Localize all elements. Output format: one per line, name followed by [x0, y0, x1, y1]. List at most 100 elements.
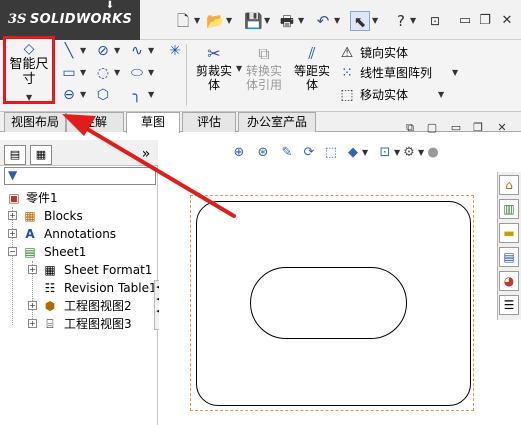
collapse-icon[interactable]: −: [8, 247, 17, 256]
tab-annotation[interactable]: 注解: [66, 112, 124, 132]
save-dropdown-arrow-icon[interactable]: ▼: [264, 11, 270, 31]
line-icon[interactable]: ╲: [60, 42, 78, 60]
sketch-slot[interactable]: [250, 267, 407, 339]
tree-item-drawing-view3[interactable]: + ⌸ 工程图视图3: [28, 315, 156, 333]
print-icon[interactable]: 🖶: [278, 11, 296, 31]
ellipse-icon[interactable]: ⬭: [128, 64, 146, 82]
point-icon[interactable]: ✳: [166, 42, 184, 60]
appearance-icon[interactable]: ⚙: [400, 144, 418, 162]
expand-icon[interactable]: +: [28, 301, 37, 310]
spline-dropdown-icon[interactable]: ▼: [148, 42, 156, 60]
offset-entities-button[interactable]: ⫽ 等距实体: [290, 44, 334, 92]
open-folder-icon[interactable]: 📂: [206, 11, 225, 31]
filter-field[interactable]: ▼: [4, 167, 156, 185]
rotate-icon[interactable]: ⟳: [300, 144, 318, 162]
tree-root[interactable]: ▣ 零件1: [6, 189, 156, 207]
arc-icon[interactable]: ◌: [94, 64, 112, 82]
smart-dimension-dropdown-icon[interactable]: ▼: [26, 93, 32, 102]
scene-icon[interactable]: ●: [424, 144, 442, 162]
select-dropdown-arrow-icon[interactable]: ▼: [372, 11, 378, 31]
tree-item-annotations[interactable]: + A Annotations: [8, 225, 158, 243]
close-icon[interactable]: ✕: [498, 11, 516, 31]
expand-icon[interactable]: +: [28, 265, 37, 274]
save-icon[interactable]: 💾: [244, 11, 263, 31]
rectangle-dropdown-icon[interactable]: ▼: [80, 64, 88, 82]
line-dropdown-icon[interactable]: ▼: [80, 42, 88, 60]
window-pin-icon[interactable]: ▢: [424, 120, 440, 136]
new-document-icon[interactable]: 🗋: [174, 11, 192, 31]
move-icon: ⬚: [340, 87, 354, 103]
view-orientation-icon[interactable]: ⬚: [322, 144, 340, 162]
window-minimize-icon[interactable]: ▭: [448, 120, 464, 136]
arc-dropdown-icon[interactable]: ▼: [114, 64, 122, 82]
zoom-to-fit-icon[interactable]: ⊕: [230, 144, 248, 162]
part-icon: ▣: [8, 191, 20, 205]
new-dropdown-arrow-icon[interactable]: ▼: [194, 11, 200, 31]
fillet-dropdown-icon[interactable]: ▼: [148, 86, 156, 104]
rectangle-icon[interactable]: ▭: [60, 64, 78, 82]
help-icon[interactable]: ?: [392, 11, 410, 31]
help-dropdown-arrow-icon[interactable]: ▼: [410, 11, 416, 31]
slot-icon[interactable]: ⊖: [60, 86, 78, 104]
view-palette-icon[interactable]: ▤: [499, 247, 519, 267]
custom-properties-icon[interactable]: ☰: [499, 295, 519, 315]
tile-window-icon[interactable]: ⧉: [402, 120, 418, 136]
zoom-area-icon[interactable]: ⊛: [254, 144, 272, 162]
convert-entities-button[interactable]: ⧉ 转换实体引用: [242, 44, 286, 92]
slot-dropdown-icon[interactable]: ▼: [80, 86, 88, 104]
file-explorer-icon[interactable]: ▬: [499, 223, 519, 243]
tree-item-label: 工程图视图3: [64, 317, 132, 331]
smart-dimension-button[interactable]: ◇ 智能尺寸 ▼: [3, 36, 55, 104]
linear-pattern-dropdown-icon[interactable]: ▼: [452, 64, 460, 82]
solidworks-logo[interactable]: 3S SOLIDWORKS: [0, 0, 140, 40]
feature-manager-tab-icon[interactable]: ▤: [4, 145, 26, 165]
expand-icon[interactable]: +: [28, 319, 37, 328]
property-manager-tab-icon[interactable]: ▦: [30, 145, 52, 165]
options-icon[interactable]: ⊡: [426, 11, 444, 31]
appearances-icon[interactable]: ◕: [499, 271, 519, 291]
tree-item-blocks[interactable]: + ▦ Blocks: [8, 207, 158, 225]
window-close-icon[interactable]: ✕: [494, 120, 510, 136]
expand-icon[interactable]: +: [8, 229, 17, 238]
tab-evaluate[interactable]: 评估: [182, 112, 236, 132]
trim-entities-button[interactable]: ✂ 剪裁实体: [192, 44, 236, 92]
pin-icon[interactable]: ⬇: [104, 0, 116, 11]
minimize-icon[interactable]: ▭: [456, 11, 474, 31]
undo-dropdown-arrow-icon[interactable]: ▼: [334, 11, 340, 31]
open-dropdown-arrow-icon[interactable]: ▼: [226, 11, 232, 31]
print-dropdown-arrow-icon[interactable]: ▼: [298, 11, 304, 31]
polygon-icon[interactable]: ⬡: [94, 86, 112, 104]
previous-view-icon[interactable]: ✎: [278, 144, 296, 162]
linear-pattern-button[interactable]: ⁙ 线性草图阵列: [338, 64, 448, 82]
trim-icon: ✂: [207, 44, 221, 63]
tab-office-products[interactable]: 办公室产品: [238, 112, 316, 132]
hide-show-icon[interactable]: ⊡: [376, 144, 394, 162]
undo-icon[interactable]: ↶: [314, 11, 332, 31]
move-entities-button[interactable]: ⬚ 移动实体: [338, 86, 438, 104]
display-style-dropdown-icon[interactable]: ▼: [362, 144, 370, 162]
tree-item-sheet-format1[interactable]: + ▦ Sheet Format1: [28, 261, 156, 279]
design-library-icon[interactable]: ▥: [499, 199, 519, 219]
ds-logo-mark: 3S: [8, 12, 27, 27]
expand-panel-icon[interactable]: »: [138, 145, 154, 163]
mirror-entities-button[interactable]: ⚠ 镜向实体: [338, 44, 438, 62]
display-style-icon[interactable]: ◆: [344, 144, 362, 162]
tab-view-layout[interactable]: 视图布局: [4, 112, 66, 132]
ellipse-dropdown-icon[interactable]: ▼: [148, 64, 156, 82]
window-restore-icon[interactable]: ❐: [470, 120, 486, 136]
tree-item-drawing-view2[interactable]: + ⬢ 工程图视图2: [28, 297, 156, 315]
expand-icon[interactable]: +: [8, 211, 17, 220]
home-icon[interactable]: ⌂: [499, 175, 519, 195]
circle-icon[interactable]: ⊘: [94, 42, 112, 60]
filter-icon: ▼: [8, 168, 18, 182]
spline-icon[interactable]: ∿: [128, 42, 146, 60]
select-pointer-icon[interactable]: ⬉: [350, 11, 370, 31]
tab-sketch[interactable]: 草图: [126, 112, 180, 133]
tree-item-revision-table1[interactable]: ☷ Revision Table1: [28, 279, 157, 297]
fillet-icon[interactable]: ╮: [128, 86, 146, 104]
restore-icon[interactable]: ❐: [476, 11, 494, 31]
tree-item-sheet1[interactable]: − ▤ Sheet1: [8, 243, 158, 261]
circle-dropdown-icon[interactable]: ▼: [114, 42, 122, 60]
mirror-icon: ⚠: [340, 45, 354, 61]
move-dropdown-icon[interactable]: ▼: [438, 86, 446, 104]
